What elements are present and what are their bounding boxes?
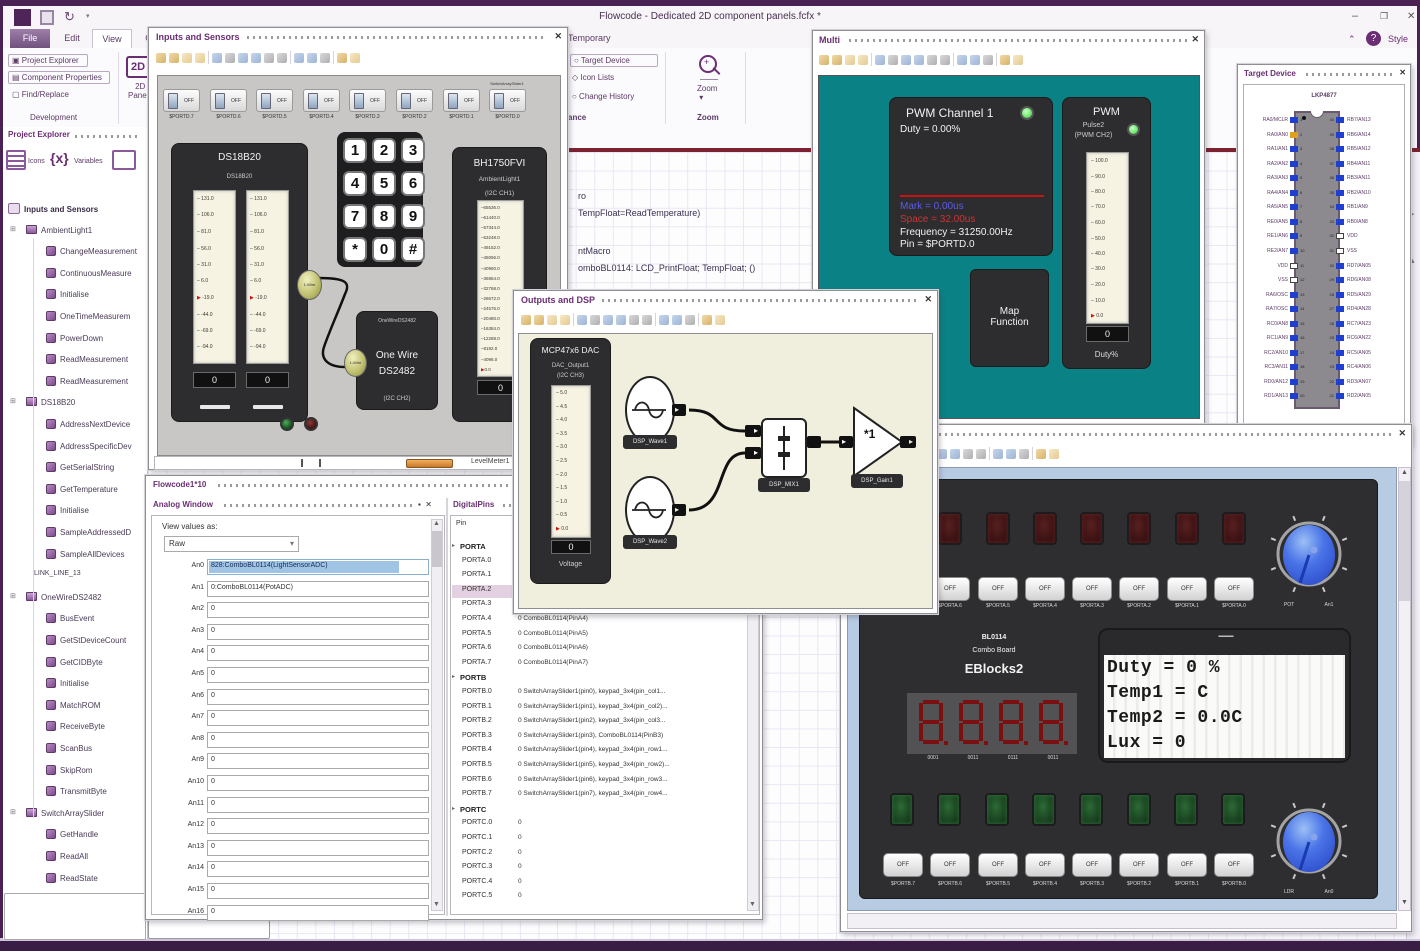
svg-text:*1: *1	[864, 427, 876, 441]
